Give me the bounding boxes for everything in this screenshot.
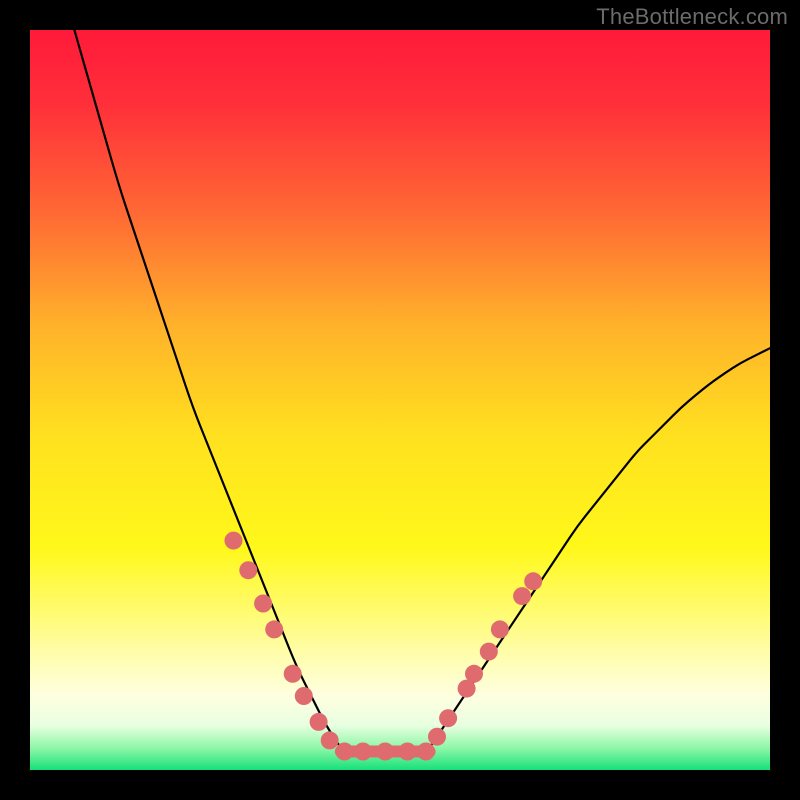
gradient-background bbox=[30, 30, 770, 770]
chart-svg bbox=[30, 30, 770, 770]
marker-point bbox=[284, 665, 302, 683]
marker-point bbox=[336, 743, 354, 761]
marker-point bbox=[239, 561, 257, 579]
marker-point bbox=[513, 587, 531, 605]
marker-point bbox=[491, 620, 509, 638]
marker-point bbox=[354, 743, 372, 761]
chart-frame bbox=[30, 30, 770, 770]
marker-point bbox=[295, 687, 313, 705]
marker-point bbox=[398, 743, 416, 761]
marker-point bbox=[480, 643, 498, 661]
marker-point bbox=[439, 709, 457, 727]
marker-point bbox=[310, 713, 328, 731]
watermark-text: TheBottleneck.com bbox=[596, 4, 788, 30]
marker-point bbox=[265, 620, 283, 638]
marker-point bbox=[321, 731, 339, 749]
marker-point bbox=[225, 532, 243, 550]
marker-point bbox=[465, 665, 483, 683]
marker-point bbox=[524, 572, 542, 590]
marker-point bbox=[428, 728, 446, 746]
marker-point bbox=[417, 743, 435, 761]
marker-point bbox=[254, 595, 272, 613]
marker-point bbox=[376, 743, 394, 761]
